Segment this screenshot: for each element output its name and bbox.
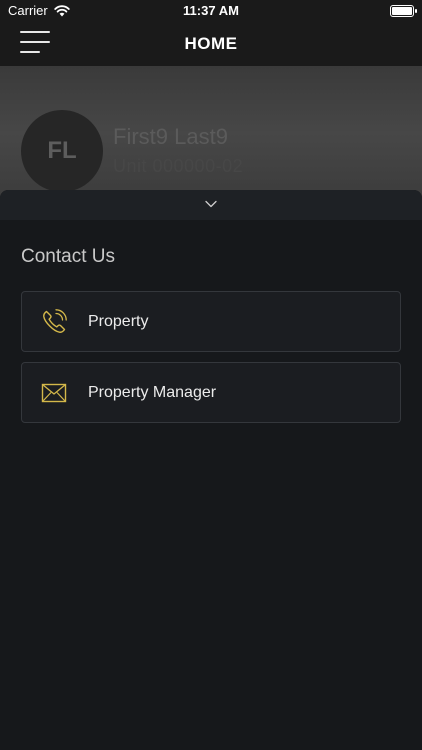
contact-sheet: Contact Us Property Property Manager bbox=[0, 190, 422, 750]
status-time: 11:37 AM bbox=[183, 3, 239, 18]
navigation-bar: HOME bbox=[0, 22, 422, 66]
avatar-initials: FL bbox=[47, 137, 77, 164]
battery-level bbox=[392, 7, 412, 15]
profile-name: First9 Last9 bbox=[113, 124, 228, 149]
contact-property-button[interactable]: Property bbox=[21, 291, 401, 352]
contact-property-label: Property bbox=[88, 313, 149, 330]
sheet-collapse-handle[interactable] bbox=[0, 190, 422, 220]
battery-icon bbox=[390, 5, 417, 17]
contact-property-manager-label: Property Manager bbox=[88, 384, 217, 401]
app-screen: Carrier 11:37 AM HOME FL First9 Last9 Un… bbox=[0, 0, 422, 750]
profile-subtitle: Unit 000000-02 bbox=[113, 156, 244, 176]
page-title: HOME bbox=[184, 34, 238, 53]
profile-header: FL First9 Last9 Unit 000000-02 bbox=[0, 66, 422, 200]
avatar: FL bbox=[21, 110, 103, 192]
status-bar: Carrier 11:37 AM bbox=[0, 0, 422, 22]
contact-property-manager-button[interactable]: Property Manager bbox=[21, 362, 401, 423]
contact-us-heading: Contact Us bbox=[21, 246, 115, 267]
mail-icon bbox=[41, 383, 67, 403]
phone-icon bbox=[43, 309, 67, 333]
chevron-down-icon bbox=[205, 200, 217, 208]
